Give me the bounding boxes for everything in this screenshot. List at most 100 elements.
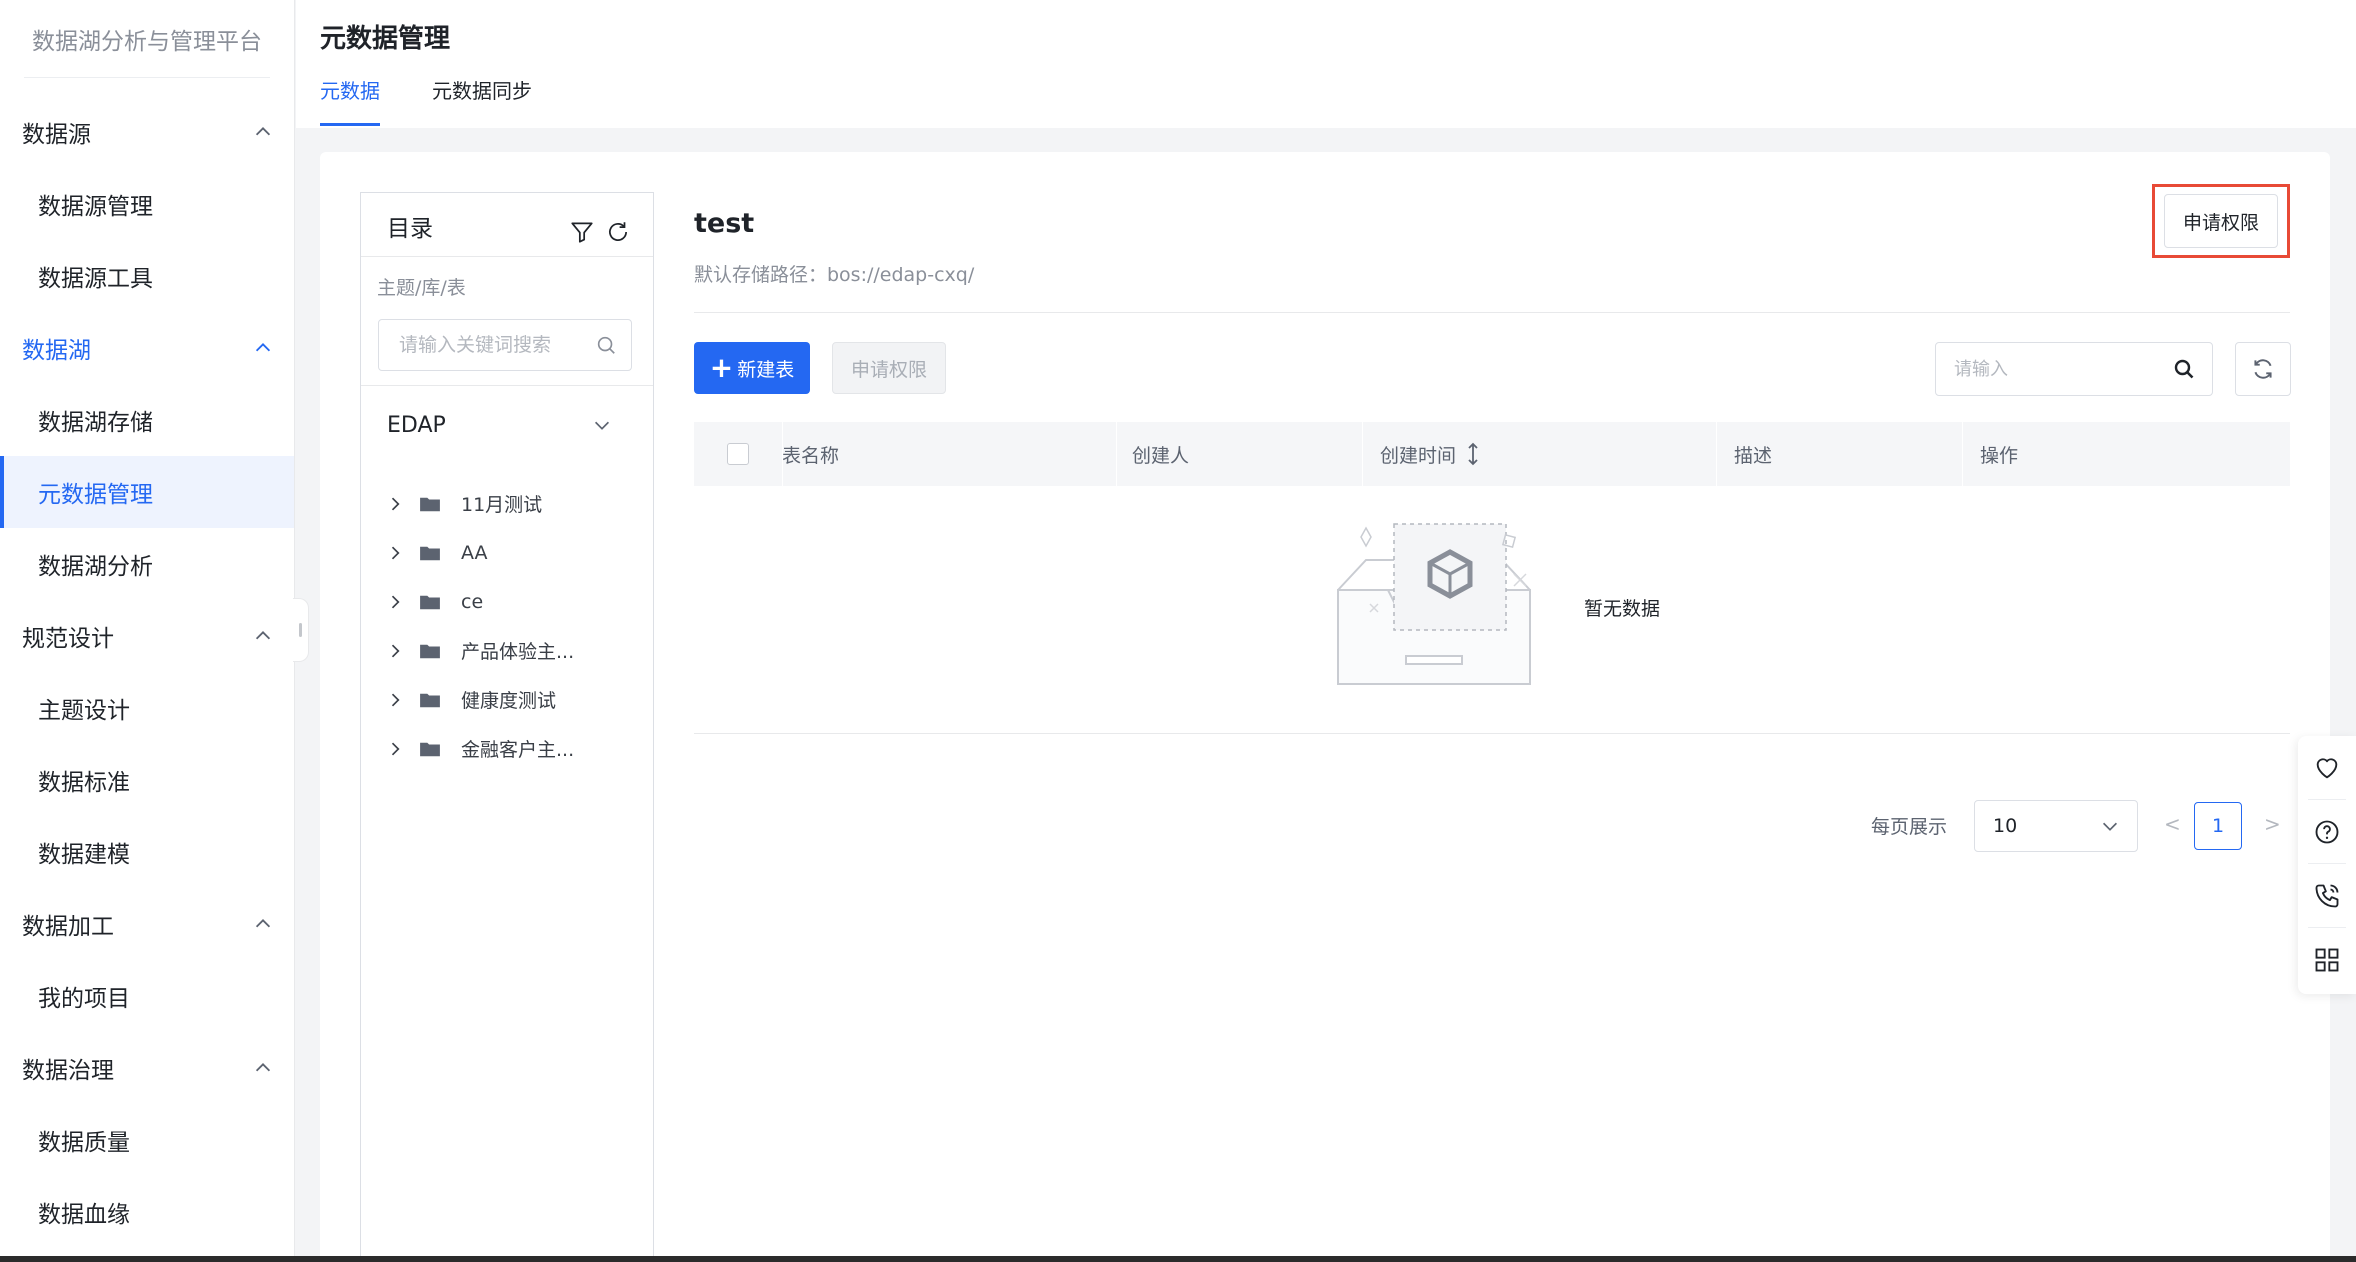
page-number-button[interactable]: 1 — [2194, 802, 2242, 850]
chevron-up-icon — [255, 343, 271, 352]
chevron-right-icon[interactable] — [385, 494, 405, 514]
tree-node[interactable]: 11月测试 — [385, 479, 574, 528]
database-title: test — [694, 208, 755, 239]
chevron-right-icon[interactable] — [385, 543, 405, 563]
folder-icon — [420, 546, 440, 560]
tree-node[interactable]: ce — [385, 577, 574, 626]
sidebar-item-data-quality[interactable]: 数据质量 — [0, 1104, 294, 1176]
sync-icon — [2254, 359, 2272, 379]
sidebar-item-metadata-manage[interactable]: 元数据管理 — [0, 456, 294, 528]
grid-icon — [2315, 948, 2339, 972]
page-header: 元数据管理 元数据 元数据同步 — [296, 0, 2356, 128]
page-size-select[interactable]: 10 — [1974, 800, 2138, 852]
folder-icon — [420, 644, 440, 658]
catalog-subtitle: 主题/库/表 — [377, 277, 466, 299]
catalog-search-box — [378, 319, 632, 371]
tree-node-label: AA — [461, 541, 488, 564]
sidebar-item-data-modeling[interactable]: 数据建模 — [0, 816, 294, 888]
database-selector[interactable]: EDAP — [387, 405, 613, 445]
help-button[interactable] — [2308, 800, 2346, 864]
header-description: 描述 — [1716, 422, 1962, 486]
nav-group-label: 数据湖 — [22, 338, 91, 364]
apps-button[interactable] — [2308, 928, 2346, 992]
contact-button[interactable] — [2308, 864, 2346, 928]
header-create-time[interactable]: 创建时间 — [1362, 422, 1716, 486]
prev-page-button[interactable]: < — [2164, 812, 2181, 836]
chevron-right-icon[interactable] — [385, 641, 405, 661]
sidebar-item-datasource-tools[interactable]: 数据源工具 — [0, 240, 294, 312]
table-search-box — [1935, 342, 2213, 396]
catalog-tools — [569, 219, 631, 245]
nav-group-label: 规范设计 — [22, 626, 114, 652]
heart-icon — [2316, 757, 2338, 778]
folder-icon — [420, 595, 440, 609]
catalog-panel: 目录 主题/库/表 EDAP 11月测试 AA — [360, 192, 654, 1262]
chevron-right-icon[interactable] — [385, 739, 405, 759]
sidebar-item-datalake-analysis[interactable]: 数据湖分析 — [0, 528, 294, 600]
chevron-right-icon[interactable] — [385, 592, 405, 612]
chevron-up-icon — [255, 127, 271, 136]
sort-icon[interactable] — [1464, 441, 1482, 467]
chevron-down-icon — [594, 421, 610, 430]
tree-node-label: ce — [461, 590, 484, 613]
next-page-button[interactable]: > — [2264, 812, 2281, 836]
column-header-label: 描述 — [1734, 444, 1773, 467]
favorite-button[interactable] — [2308, 736, 2346, 800]
sidebar-item-datalake-storage[interactable]: 数据湖存储 — [0, 384, 294, 456]
brand-title: 数据湖分析与管理平台 — [24, 0, 270, 78]
tree-node[interactable]: 金融客户主... — [385, 724, 574, 773]
divider — [694, 312, 2290, 313]
nav-group-data-governance[interactable]: 数据治理 — [0, 1032, 294, 1104]
chevron-right-icon[interactable] — [385, 690, 405, 710]
filter-icon[interactable] — [569, 219, 595, 245]
tab-bar: 元数据 元数据同步 — [320, 74, 584, 126]
nav-group-datasource[interactable]: 数据源 — [0, 96, 294, 168]
grip-icon — [299, 623, 302, 637]
refresh-icon[interactable] — [605, 219, 631, 245]
tree-node-label: 金融客户主... — [461, 739, 575, 761]
request-permission-button[interactable]: 申请权限 — [2164, 194, 2278, 248]
header-table-name: 表名称 — [782, 422, 1116, 486]
new-table-button[interactable]: + 新建表 — [694, 342, 810, 394]
nav-group-datalake[interactable]: 数据湖 — [0, 312, 294, 384]
tab-metadata[interactable]: 元数据 — [320, 74, 380, 126]
table-refresh-button[interactable] — [2235, 342, 2291, 396]
nav-group-data-processing[interactable]: 数据加工 — [0, 888, 294, 960]
column-header-label: 创建人 — [1132, 444, 1190, 467]
select-all-checkbox[interactable] — [727, 443, 749, 465]
table-search-input[interactable] — [1954, 358, 2172, 380]
page-title: 元数据管理 — [320, 24, 451, 54]
search-icon[interactable] — [2172, 357, 2196, 381]
header-actions: 操作 — [1962, 422, 2290, 486]
sidebar-item-my-projects[interactable]: 我的项目 — [0, 960, 294, 1032]
sidebar-item-datasource-manage[interactable]: 数据源管理 — [0, 168, 294, 240]
empty-state: 暂无数据 — [694, 486, 2290, 734]
header-creator: 创建人 — [1116, 422, 1362, 486]
sidebar-item-data-standard[interactable]: 数据标准 — [0, 744, 294, 816]
nav-group-label: 数据加工 — [22, 914, 114, 940]
help-icon — [2315, 820, 2339, 843]
sidebar: 数据湖分析与管理平台 数据源 数据源管理 数据源工具 数据湖 数据湖存储 元数据… — [0, 0, 295, 1262]
catalog-header: 目录 — [361, 193, 653, 257]
bottom-edge — [0, 1256, 2356, 1262]
folder-icon — [420, 497, 440, 511]
floating-toolbar — [2298, 736, 2356, 994]
content-card: 目录 主题/库/表 EDAP 11月测试 AA — [320, 152, 2330, 1262]
highlight-box: 申请权限 — [2152, 184, 2290, 258]
catalog-search-input[interactable] — [399, 334, 595, 356]
tree-node[interactable]: 产品体验主... — [385, 626, 574, 675]
sidebar-item-subject-design[interactable]: 主题设计 — [0, 672, 294, 744]
tree-node[interactable]: AA — [385, 528, 574, 577]
folder-icon — [420, 742, 440, 756]
nav-group-label: 数据治理 — [22, 1058, 114, 1084]
nav-group-label: 数据源 — [22, 122, 91, 148]
search-icon[interactable] — [595, 334, 617, 356]
sidebar-collapse-handle[interactable] — [293, 598, 309, 662]
page-size-label: 每页展示 — [1871, 816, 1948, 838]
tab-metadata-sync[interactable]: 元数据同步 — [432, 74, 532, 126]
header-select-all — [694, 422, 782, 486]
empty-text: 暂无数据 — [1584, 598, 1661, 620]
sidebar-item-data-lineage[interactable]: 数据血缘 — [0, 1176, 294, 1248]
tree-node[interactable]: 健康度测试 — [385, 675, 574, 724]
nav-group-spec-design[interactable]: 规范设计 — [0, 600, 294, 672]
